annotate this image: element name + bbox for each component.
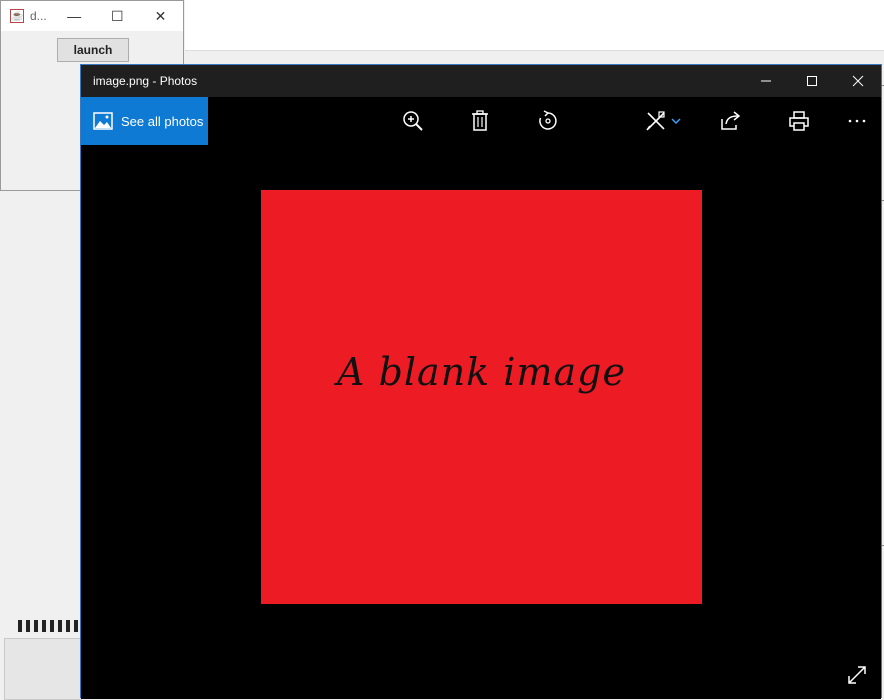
launcher-titlebar: ☕ d... — ☐ ✕ — [1, 1, 183, 31]
rotate-button[interactable] — [528, 97, 568, 145]
photos-titlebar: image.png - Photos — [81, 65, 881, 97]
expand-icon — [848, 666, 866, 684]
see-all-photos-label: See all photos — [121, 113, 204, 129]
close-button[interactable] — [835, 65, 881, 97]
chevron-down-icon — [671, 118, 681, 125]
photos-toolbar: See all photos — [81, 97, 881, 145]
see-more-button[interactable] — [837, 97, 877, 145]
rotate-icon — [539, 110, 557, 130]
close-icon — [852, 75, 864, 87]
displayed-image: A blank image — [261, 190, 702, 604]
share-button[interactable] — [711, 97, 751, 145]
share-icon — [721, 111, 741, 130]
delete-icon — [472, 110, 488, 131]
maximize-icon — [807, 76, 817, 86]
zoom-button[interactable] — [393, 97, 433, 145]
launcher-title: d... — [30, 9, 47, 23]
background-panel — [4, 638, 82, 700]
photos-window: image.png - Photos See all photos A blan… — [80, 64, 882, 699]
more-icon — [848, 119, 866, 123]
close-button[interactable]: ✕ — [138, 1, 183, 31]
print-button[interactable] — [779, 97, 819, 145]
minimize-button[interactable]: — — [52, 1, 97, 31]
edit-draw-icon — [646, 111, 665, 131]
minimize-icon — [761, 80, 771, 82]
maximize-button[interactable] — [789, 65, 835, 97]
photo-gallery-icon — [93, 112, 113, 130]
java-app-icon: ☕ — [10, 9, 24, 23]
maximize-button[interactable]: ☐ — [97, 1, 138, 31]
print-icon — [789, 111, 809, 131]
image-viewer[interactable]: A blank image — [81, 145, 881, 699]
minimize-button[interactable] — [743, 65, 789, 97]
launch-button[interactable]: launch — [57, 38, 129, 62]
image-text: A blank image — [337, 350, 626, 394]
see-all-photos-button[interactable]: See all photos — [81, 97, 208, 145]
window-title: image.png - Photos — [93, 74, 198, 88]
delete-button[interactable] — [460, 97, 500, 145]
background-app-header — [185, 0, 884, 51]
zoom-in-icon — [403, 111, 423, 131]
background-progress-strip — [18, 620, 80, 632]
fullscreen-button[interactable] — [845, 663, 869, 687]
edit-create-button[interactable] — [637, 97, 689, 145]
